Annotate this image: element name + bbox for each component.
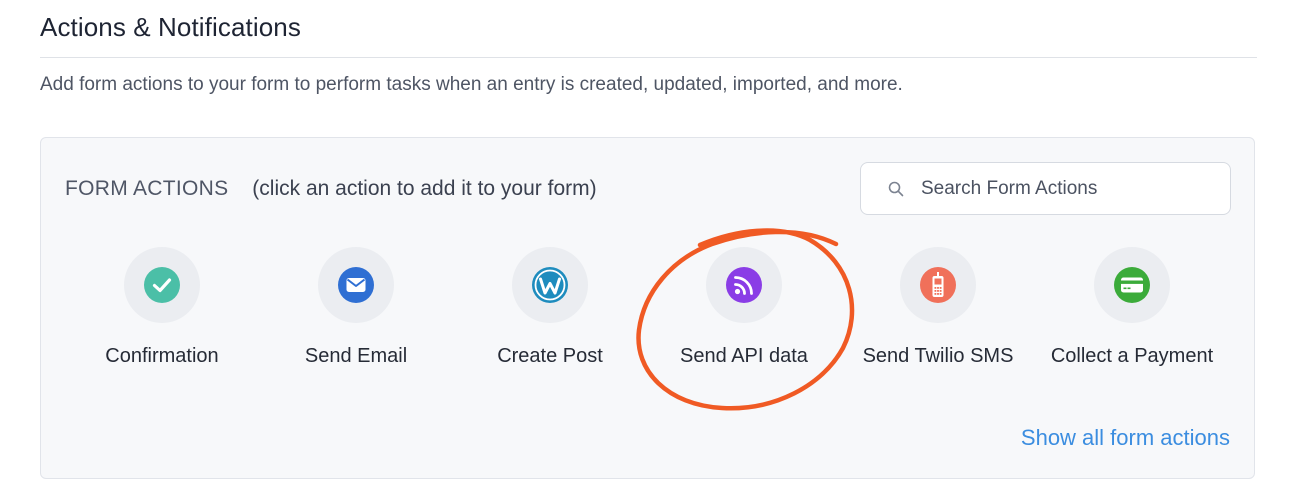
section-description: Add form actions to your form to perform…	[40, 74, 903, 95]
panel-heading-hint: (click an action to add it to your form)	[252, 177, 597, 200]
section-divider	[40, 57, 1257, 58]
form-actions-panel: FORM ACTIONS (click an action to add it …	[40, 137, 1255, 479]
action-create-post[interactable]: Create Post	[453, 247, 647, 377]
search-box[interactable]	[860, 162, 1231, 215]
section-title: Actions & Notifications	[40, 12, 301, 42]
panel-heading: FORM ACTIONS (click an action to add it …	[65, 177, 597, 201]
email-icon	[338, 267, 374, 303]
action-label: Collect a Payment	[1050, 345, 1214, 367]
page: Actions & Notifications Add form actions…	[0, 0, 1300, 500]
action-icon-background	[318, 247, 394, 323]
action-label: Send Twilio SMS	[862, 345, 1014, 367]
mobile-phone-icon	[920, 267, 956, 303]
action-icon-background	[512, 247, 588, 323]
action-icon-background	[900, 247, 976, 323]
action-send-twilio-sms[interactable]: Send Twilio SMS	[841, 247, 1035, 377]
action-icon-background	[124, 247, 200, 323]
action-label: Send Email	[304, 345, 408, 367]
search-input[interactable]	[921, 175, 1211, 203]
show-all-form-actions-link[interactable]: Show all form actions	[1021, 425, 1230, 451]
action-icon-background	[1094, 247, 1170, 323]
rss-feed-icon	[726, 267, 762, 303]
action-confirmation[interactable]: Confirmation	[65, 247, 259, 377]
action-label: Confirmation	[105, 345, 219, 367]
action-collect-a-payment[interactable]: Collect a Payment	[1035, 247, 1229, 377]
action-label: Send API data	[680, 345, 808, 367]
check-circle-icon	[144, 267, 180, 303]
panel-heading-title: FORM ACTIONS	[65, 177, 229, 200]
action-send-email[interactable]: Send Email	[259, 247, 453, 377]
action-label: Create Post	[497, 345, 603, 367]
credit-card-icon	[1114, 267, 1150, 303]
action-send-api-data[interactable]: Send API data	[647, 247, 841, 377]
wordpress-icon	[532, 267, 568, 303]
action-icon-background	[706, 247, 782, 323]
search-icon	[888, 181, 904, 197]
